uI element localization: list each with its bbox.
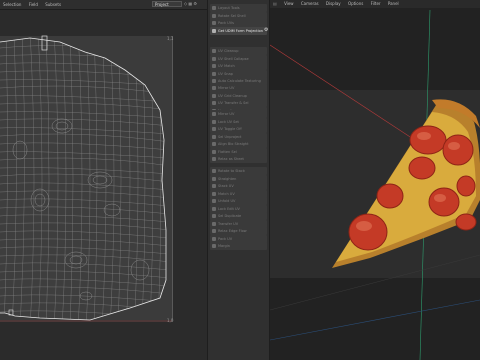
tool-button[interactable]: UV Transfer & Sel bbox=[210, 99, 267, 107]
tool-button[interactable]: Relax as Sheet bbox=[210, 155, 267, 163]
uv-corner-top-right: 1,1 bbox=[167, 36, 174, 41]
tool-button-label: Lock Edit UV bbox=[218, 206, 240, 211]
tool-button-label: Flatten Sel bbox=[218, 149, 237, 154]
menu-field[interactable]: Field bbox=[26, 0, 41, 9]
project-dropdown[interactable]: Project bbox=[152, 1, 182, 7]
tool-icon bbox=[212, 134, 216, 139]
tool-button[interactable]: Unfold UV bbox=[210, 197, 267, 205]
tool-icon bbox=[212, 86, 216, 90]
tool-button[interactable]: Pack UVs bbox=[210, 19, 267, 27]
tool-icon bbox=[212, 21, 216, 25]
pin-icon[interactable]: ◇ bbox=[184, 1, 187, 6]
tool-icon bbox=[212, 119, 216, 124]
tool-icon bbox=[212, 229, 216, 233]
tool-button-label: Margin bbox=[218, 244, 230, 248]
tool-icon bbox=[212, 142, 216, 146]
tool-button-label: Match UV bbox=[218, 191, 235, 196]
tool-button-label: Align Bio Straight bbox=[218, 142, 249, 146]
tool-button-label: Pack UVs bbox=[218, 21, 234, 25]
tool-button-label: Unfold UV bbox=[218, 199, 236, 203]
tool-icon bbox=[212, 79, 216, 83]
tool-icon bbox=[212, 64, 216, 68]
tool-button-label: Relax as Sheet bbox=[218, 157, 244, 161]
tool-icon bbox=[212, 49, 216, 53]
tool-button-label: UV Match bbox=[218, 64, 235, 68]
tool-button[interactable]: Layout Tools bbox=[210, 4, 267, 12]
tool-button-label: Rotate to Stack bbox=[218, 169, 245, 173]
tool-button[interactable]: UV Cleanup bbox=[210, 47, 267, 55]
tool-button-label: Lock UV Set bbox=[218, 119, 239, 124]
tool-button-label: UV Grid Cleanup bbox=[218, 93, 247, 98]
tool-button[interactable]: Stack UV bbox=[210, 182, 267, 190]
x-axis-guide bbox=[270, 44, 431, 151]
tool-button[interactable]: UV Toggle Off bbox=[210, 125, 267, 133]
tool-icon bbox=[212, 13, 216, 18]
gear-icon[interactable]: ⚙ bbox=[264, 27, 268, 33]
tool-button[interactable]: Margin bbox=[210, 242, 267, 250]
project-dropdown-label: Project bbox=[155, 2, 169, 7]
tool-icon bbox=[212, 169, 216, 173]
tool-button-label: Layout Tools bbox=[218, 6, 240, 10]
uv-layout-svg bbox=[0, 35, 172, 322]
tool-icon bbox=[212, 112, 216, 116]
uv-toolbar-icons: ◇ ▦ ⚙ bbox=[184, 1, 197, 6]
tool-button-label: Get UDIM Form Projection bbox=[218, 28, 264, 33]
tool-icon bbox=[212, 199, 216, 203]
tool-button-label: Straighten bbox=[218, 176, 237, 181]
tool-icon bbox=[212, 191, 216, 196]
pizza-slice-model bbox=[332, 99, 480, 268]
tool-button[interactable]: Relax Edge Flow bbox=[210, 227, 267, 235]
tool-button[interactable]: Mirror UV bbox=[210, 110, 267, 118]
tool-button-label: Mirror UV bbox=[218, 112, 235, 116]
tool-icon bbox=[212, 6, 216, 10]
tool-button-label: UV Toggle Off bbox=[218, 127, 242, 131]
tool-icon bbox=[212, 244, 216, 248]
menu-subsets[interactable]: Subsets bbox=[42, 0, 64, 9]
settings-icon[interactable]: ⚙ bbox=[193, 1, 197, 6]
tool-button[interactable]: UV Match bbox=[210, 62, 267, 70]
tool-button-label: Mirror UV bbox=[218, 86, 235, 90]
tool-button-label: Auto Calculate Texturing bbox=[218, 79, 261, 83]
tool-icon bbox=[212, 56, 216, 61]
tool-button[interactable]: Align Bio Straight bbox=[210, 140, 267, 148]
menu-selection[interactable]: Selection bbox=[0, 0, 24, 9]
tool-button-label: UV Snap bbox=[218, 71, 233, 76]
tool-button[interactable]: Rotate to Stack bbox=[210, 167, 267, 175]
z-axis-guide bbox=[270, 299, 480, 341]
tool-icon bbox=[212, 71, 216, 76]
tool-button-label: UV Transfer & Sel bbox=[218, 101, 249, 105]
uv-corner-bottom-right: 1,0 bbox=[167, 318, 174, 323]
grid-icon[interactable]: ▦ bbox=[188, 1, 192, 6]
grid-line bbox=[270, 254, 480, 311]
tool-button-label: Pack UV bbox=[218, 236, 233, 241]
tool-icon bbox=[212, 176, 216, 181]
tool-icon bbox=[212, 157, 216, 161]
tool-button-label: Sel Unproject bbox=[218, 134, 242, 139]
tool-button[interactable]: Mirror UV bbox=[210, 84, 267, 92]
tool-icon bbox=[212, 221, 216, 226]
tool-button-label: Sel Duplicate bbox=[218, 214, 242, 218]
tool-icon bbox=[212, 28, 216, 33]
tool-icon bbox=[212, 184, 216, 188]
tool-icon bbox=[212, 206, 216, 211]
tool-icon bbox=[212, 93, 216, 98]
tool-button-label: Relax Edge Flow bbox=[218, 229, 247, 233]
tool-button-label: Transfer UV bbox=[218, 221, 239, 226]
tool-icon bbox=[212, 214, 216, 218]
tool-button-label: Stack UV bbox=[218, 184, 234, 188]
tool-button-label: Rotate Sel Shell bbox=[218, 13, 246, 18]
viewport-scene-svg bbox=[270, 9, 480, 360]
tool-button-label: UV Shell Collapse bbox=[218, 56, 249, 61]
tool-button[interactable]: Get UDIM Form Projection bbox=[210, 26, 267, 35]
tool-icon bbox=[212, 101, 216, 105]
tool-icon bbox=[212, 149, 216, 154]
tool-icon bbox=[212, 236, 216, 241]
tool-button[interactable]: Sel Duplicate bbox=[210, 212, 267, 220]
tool-icon bbox=[212, 127, 216, 131]
tool-button-label: UV Cleanup bbox=[218, 49, 239, 53]
